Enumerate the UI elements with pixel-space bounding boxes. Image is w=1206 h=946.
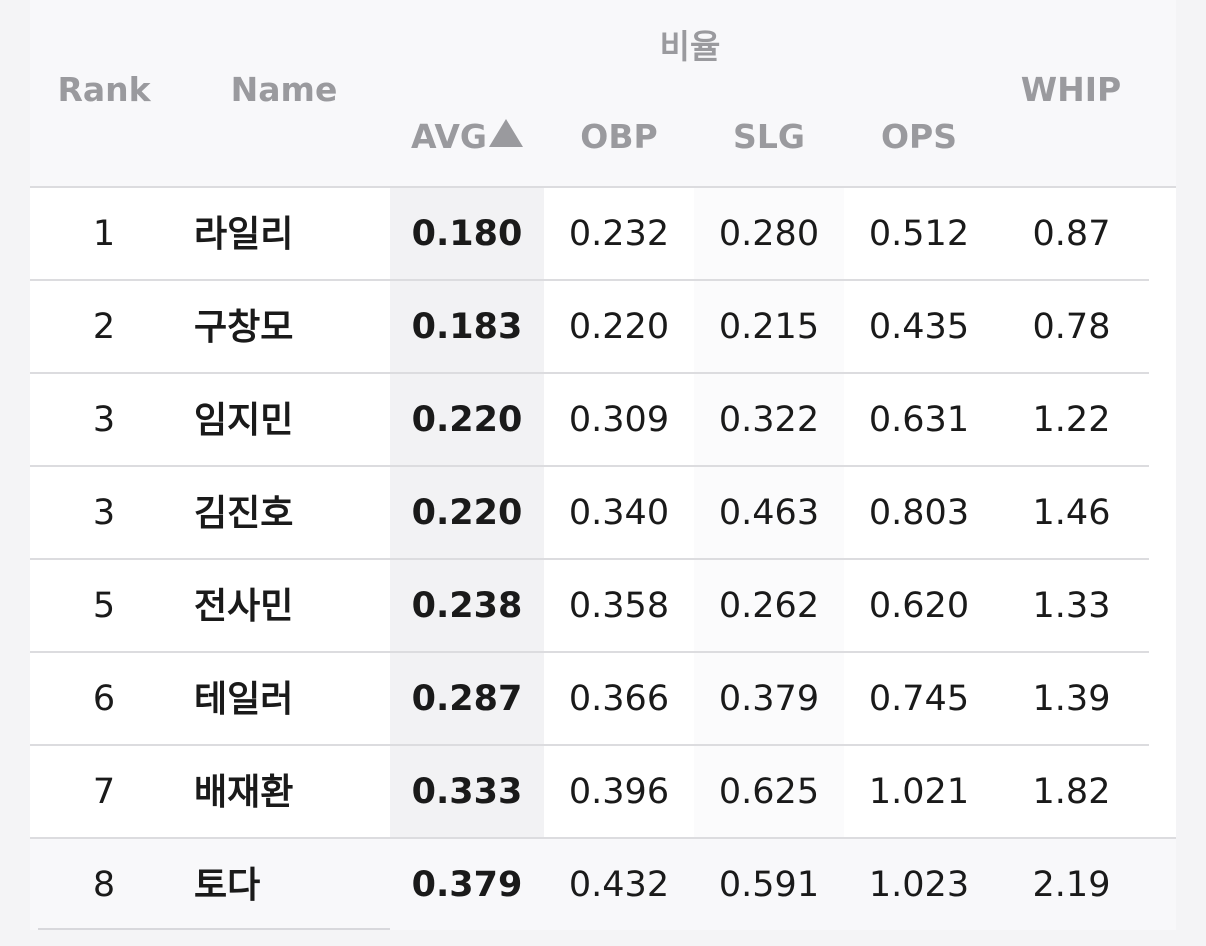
stats-table-body: 1 라일리 0.180 0.232 0.280 0.512 0.87 2 구창모 0.183 0.2… [30, 186, 1176, 930]
table-row[interactable]: 6 테일러 0.287 0.366 0.379 0.745 1.39 [30, 651, 1176, 744]
cell-avg: 0.238 [390, 560, 544, 651]
table-row[interactable]: 2 구창모 0.183 0.220 0.215 0.435 0.78 [30, 279, 1176, 372]
cell-avg: 0.180 [390, 188, 544, 279]
cell-slg: 0.280 [694, 188, 844, 279]
table-row[interactable]: 8 토다 0.379 0.432 0.591 1.023 2.19 [30, 837, 1176, 930]
column-header-avg-label: AVG [411, 117, 487, 156]
column-header-name[interactable]: Name [194, 70, 374, 109]
cell-whip: 1.46 [994, 467, 1149, 558]
cell-ops: 1.023 [868, 865, 970, 905]
cell-whip: 1.22 [994, 374, 1149, 465]
cell-slg: 0.322 [694, 374, 844, 465]
cell-obp: 0.396 [568, 772, 670, 812]
cell-ops: 1.021 [868, 772, 970, 812]
table-row[interactable]: 3 임지민 0.220 0.309 0.322 0.631 1.22 [30, 372, 1176, 465]
cell-obp: 0.220 [568, 307, 670, 347]
cell-whip: 0.78 [994, 281, 1149, 372]
table-bottom-divider [38, 928, 390, 930]
cell-slg: 0.215 [694, 281, 844, 372]
cell-rank: 1 [92, 214, 116, 254]
cell-player-name: 토다 [194, 865, 261, 906]
cell-whip: 0.87 [994, 188, 1149, 279]
column-header-obp[interactable]: OBP [544, 117, 694, 156]
cell-rank: 2 [92, 307, 116, 347]
cell-obp: 0.366 [568, 679, 670, 719]
cell-player-name: 구창모 [194, 307, 294, 348]
table-row[interactable]: 1 라일리 0.180 0.232 0.280 0.512 0.87 [30, 186, 1176, 279]
cell-slg: 0.463 [694, 467, 844, 558]
cell-player-name: 라일리 [194, 214, 294, 255]
cell-avg: 0.183 [390, 281, 544, 372]
cell-avg: 0.220 [390, 374, 544, 465]
sort-ascending-icon [488, 119, 523, 147]
cell-ops: 0.435 [868, 307, 970, 347]
cell-obp: 0.340 [568, 493, 670, 533]
cell-ops: 0.745 [868, 679, 970, 719]
cell-rank: 7 [92, 772, 116, 812]
cell-whip: 2.19 [1032, 865, 1111, 905]
column-header-rank[interactable]: Rank [44, 70, 164, 109]
cell-avg: 0.379 [411, 865, 523, 905]
cell-obp: 0.358 [568, 586, 670, 626]
cell-obp: 0.432 [568, 865, 670, 905]
cell-player-name: 임지민 [194, 400, 294, 441]
table-edge [1149, 188, 1176, 836]
cell-whip: 1.39 [994, 653, 1149, 744]
table-row[interactable]: 7 배재환 0.333 0.396 0.625 1.021 1.82 [30, 744, 1176, 837]
cell-obp: 0.232 [568, 214, 670, 254]
column-header-ops[interactable]: OPS [844, 117, 994, 156]
cell-ops: 0.620 [868, 586, 970, 626]
cell-rank: 6 [92, 679, 116, 719]
cell-ops: 0.803 [868, 493, 970, 533]
cell-slg: 0.262 [694, 560, 844, 651]
cell-player-name: 테일러 [194, 679, 294, 720]
cell-rank: 5 [92, 586, 116, 626]
cell-player-name: 배재환 [194, 772, 294, 813]
cell-slg: 0.379 [694, 653, 844, 744]
cell-avg: 0.220 [390, 467, 544, 558]
cell-whip: 1.82 [994, 746, 1149, 837]
cell-whip: 1.33 [994, 560, 1149, 651]
cell-ops: 0.512 [868, 214, 970, 254]
cell-obp: 0.309 [568, 400, 670, 440]
column-group-header-ratio: 비율 [659, 27, 721, 66]
cell-player-name: 김진호 [194, 493, 294, 534]
cell-avg: 0.333 [390, 746, 544, 837]
cell-avg: 0.287 [390, 653, 544, 744]
cell-rank: 8 [92, 865, 116, 905]
table-row[interactable]: 5 전사민 0.238 0.358 0.262 0.620 1.33 [30, 558, 1176, 651]
cell-slg: 0.591 [718, 865, 820, 905]
column-header-avg[interactable]: AVG [390, 117, 544, 156]
cell-player-name: 전사민 [194, 586, 294, 627]
cell-ops: 0.631 [868, 400, 970, 440]
column-header-whip[interactable]: WHIP [996, 70, 1146, 109]
cell-rank: 3 [92, 400, 116, 440]
column-header-slg[interactable]: SLG [694, 117, 844, 156]
table-row[interactable]: 3 김진호 0.220 0.340 0.463 0.803 1.46 [30, 465, 1176, 558]
cell-rank: 3 [92, 493, 116, 533]
cell-slg: 0.625 [694, 746, 844, 837]
